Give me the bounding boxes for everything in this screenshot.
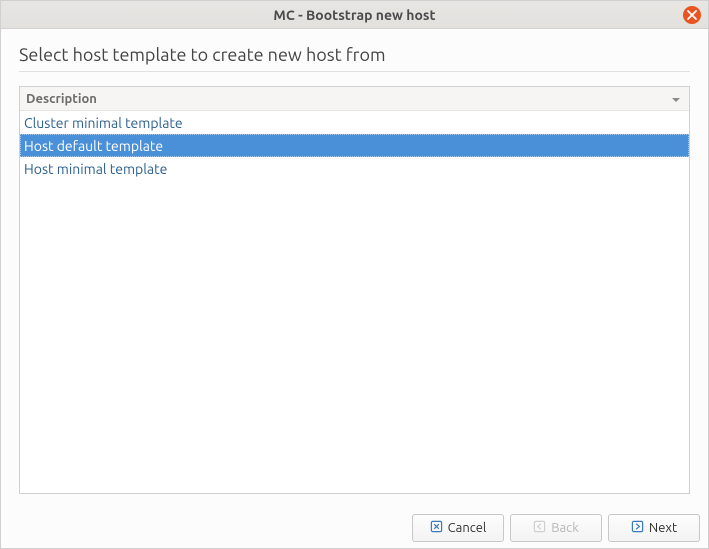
window-title: MC - Bootstrap new host	[273, 7, 435, 23]
next-icon	[631, 520, 644, 536]
close-icon	[687, 7, 697, 23]
back-button: Back	[510, 514, 602, 542]
titlebar: MC - Bootstrap new host	[1, 1, 708, 29]
row-label: Host default template	[24, 138, 163, 154]
table-body: Cluster minimal template Host default te…	[20, 111, 689, 493]
row-label: Host minimal template	[24, 161, 167, 177]
content-area: Select host template to create new host …	[1, 29, 708, 504]
table-row[interactable]: Host minimal template	[20, 157, 689, 180]
window: MC - Bootstrap new host Select host temp…	[0, 0, 709, 549]
cancel-button[interactable]: Cancel	[412, 514, 504, 542]
column-header-label: Description	[26, 92, 97, 106]
divider	[19, 71, 690, 72]
cancel-icon	[430, 520, 443, 536]
row-label: Cluster minimal template	[24, 115, 183, 131]
next-label: Next	[649, 521, 677, 535]
back-label: Back	[551, 521, 579, 535]
cancel-label: Cancel	[448, 521, 487, 535]
table-row[interactable]: Host default template	[20, 134, 689, 157]
sort-indicator-icon	[671, 94, 681, 108]
column-header-description[interactable]: Description	[20, 87, 689, 111]
button-bar: Cancel Back Next	[1, 504, 708, 548]
close-button[interactable]	[683, 6, 701, 24]
back-icon	[533, 520, 546, 536]
page-title: Select host template to create new host …	[19, 45, 690, 65]
table-row[interactable]: Cluster minimal template	[20, 111, 689, 134]
next-button[interactable]: Next	[608, 514, 700, 542]
template-table: Description Cluster minimal template Hos…	[19, 86, 690, 494]
